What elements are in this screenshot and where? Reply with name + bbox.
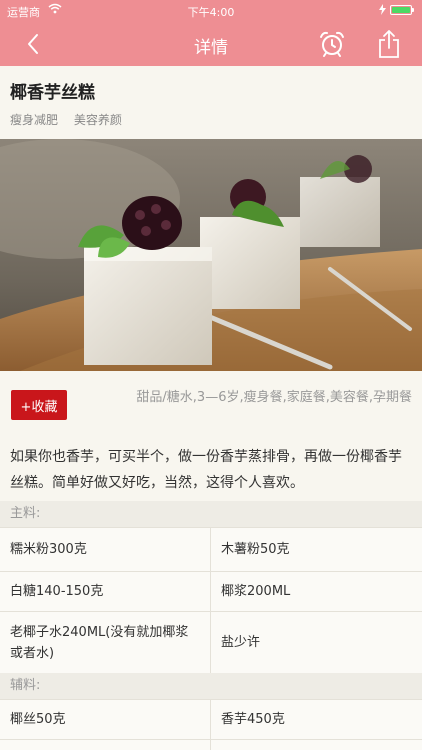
alarm-clock-icon[interactable] [318, 30, 346, 58]
status-time: 下午4:00 [187, 6, 235, 19]
ingredient-row-partial [0, 739, 422, 750]
favorite-button[interactable]: +收藏 [11, 390, 67, 420]
recipe-tags: 瘦身减肥 美容养颜 [10, 111, 134, 128]
ingredient-cell: 白糖140-150克 [0, 572, 211, 611]
ingredient-cell: 盐少许 [221, 635, 261, 650]
ingredient-row: 老椰子水240ML(没有就加椰浆或者水) 盐少许 [0, 611, 422, 673]
recipe-categories: 甜品/糖水,3—6岁,瘦身餐,家庭餐,美容餐,孕期餐 [136, 390, 412, 405]
share-icon[interactable] [376, 29, 402, 59]
battery-fill [392, 7, 410, 13]
nav-bar: 详情 [0, 22, 422, 66]
battery-icon [390, 5, 414, 15]
recipe-photo [0, 139, 422, 371]
tag-item[interactable]: 瘦身减肥 [10, 113, 58, 127]
ingredient-row: 椰丝50克 香芋450克 [0, 699, 422, 739]
status-bar: 运营商 下午4:00 [0, 0, 422, 22]
ingredient-cell: 香芋450克 [221, 712, 285, 727]
page-title: 详情 [194, 38, 228, 58]
aux-ingredients-header: 辅料: [0, 673, 422, 699]
ingredient-row: 白糖140-150克 椰浆200ML [0, 571, 422, 611]
ingredient-cell [211, 740, 422, 750]
ingredient-cell: 木薯粉50克 [221, 542, 290, 557]
ingredient-cell: 椰丝50克 [0, 700, 211, 739]
ingredient-cell: 糯米粉300克 [0, 528, 211, 571]
recipe-intro: 如果你也香芋，可买半个，做一份香芋蒸排骨，再做一份椰香芋丝糕。简单好做又好吃，当… [10, 449, 402, 491]
ingredient-cell: 椰浆200ML [221, 584, 291, 599]
ingredient-cell [0, 740, 211, 750]
ingredient-row: 糯米粉300克 木薯粉50克 [0, 527, 422, 571]
recipe-title: 椰香芋丝糕 [10, 83, 95, 103]
ingredient-cell: 老椰子水240ML(没有就加椰浆或者水) [0, 612, 211, 673]
tag-item[interactable]: 美容养颜 [74, 113, 122, 127]
main-ingredients-header: 主料: [0, 501, 422, 527]
charging-icon [379, 4, 386, 18]
